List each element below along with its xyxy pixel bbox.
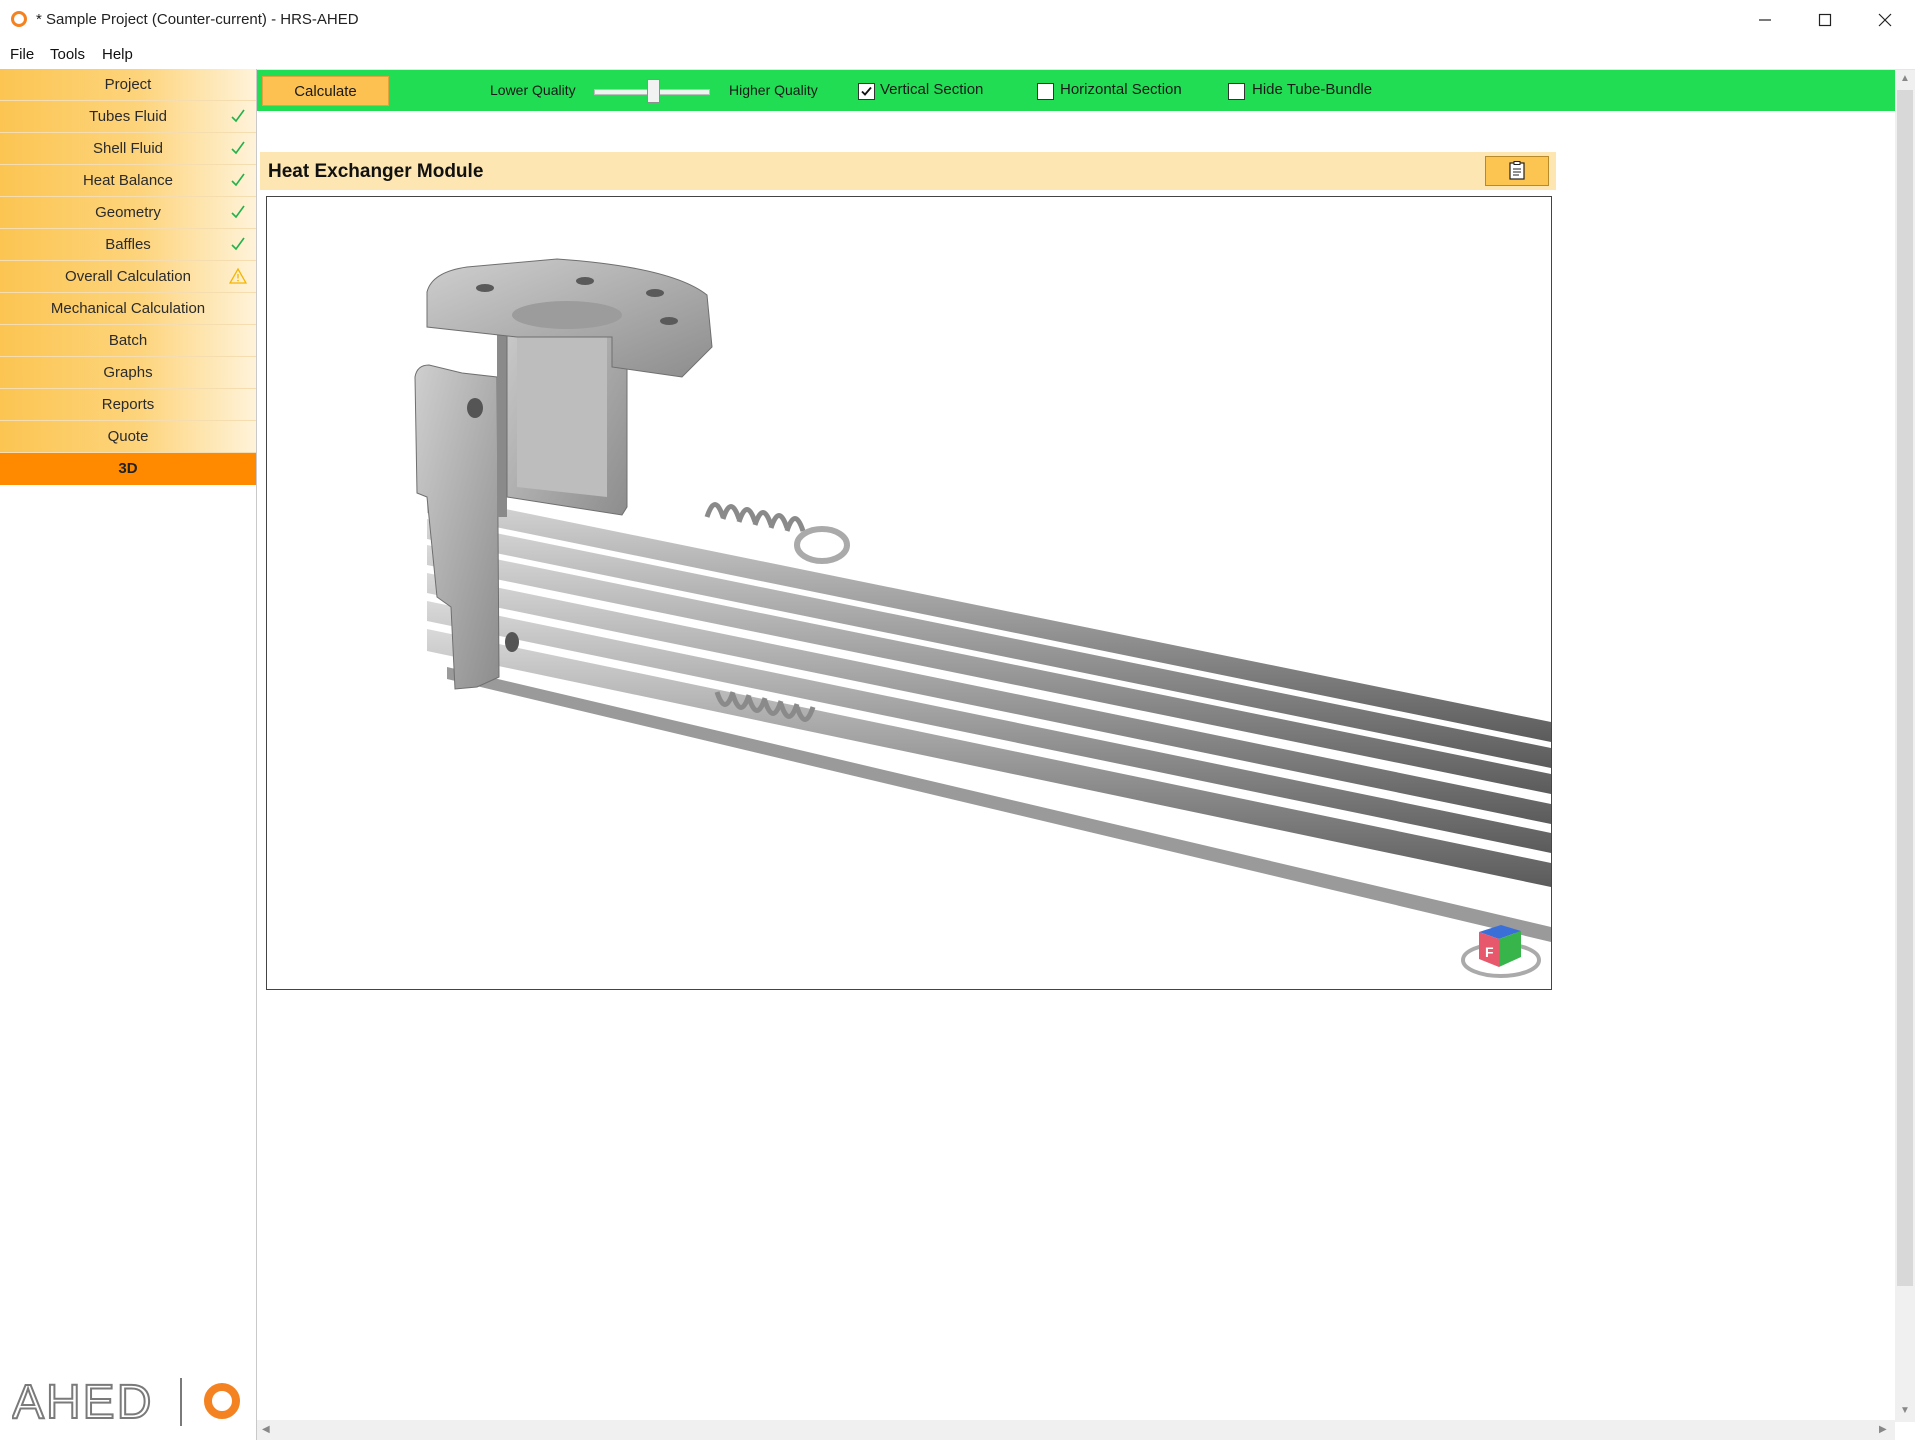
- 3d-viewport[interactable]: F: [266, 196, 1552, 990]
- sidebar-item-overall-calculation[interactable]: Overall Calculation: [0, 261, 256, 293]
- sidebar-item-tubes-fluid[interactable]: Tubes Fluid: [0, 101, 256, 133]
- sidebar-item-label: Quote: [107, 428, 149, 445]
- app-logo-icon: [11, 11, 27, 27]
- higher-quality-label: Higher Quality: [729, 82, 818, 98]
- menu-help[interactable]: Help: [102, 46, 133, 63]
- sidebar-item-label: 3D: [118, 460, 138, 477]
- sidebar-item-batch[interactable]: Batch: [0, 325, 256, 357]
- sidebar-item-project[interactable]: Project: [0, 69, 256, 101]
- check-icon: [231, 173, 245, 187]
- sidebar-item-label: Heat Balance: [82, 172, 174, 189]
- maximize-button[interactable]: [1795, 0, 1855, 40]
- copy-image-button[interactable]: [1485, 156, 1549, 186]
- sidebar-item-label: Baffles: [105, 236, 151, 253]
- sidebar-item-label: Shell Fluid: [92, 140, 164, 157]
- scroll-right-icon[interactable]: ▶: [1879, 1424, 1887, 1435]
- hide-tube-bundle-checkbox[interactable]: [1228, 83, 1245, 100]
- sidebar-item-quote[interactable]: Quote: [0, 421, 256, 453]
- panel-title: Heat Exchanger Module: [268, 161, 484, 182]
- warning-icon: [229, 267, 247, 284]
- baffle-coil-upper: [704, 502, 850, 564]
- sidebar-item-baffles[interactable]: Baffles: [0, 229, 256, 261]
- close-icon: [1878, 13, 1892, 27]
- vertical-scrollbar[interactable]: ▲ ▼: [1895, 70, 1915, 1422]
- check-icon: [231, 237, 245, 251]
- sidebar-item-3d[interactable]: 3D: [0, 453, 256, 485]
- lower-quality-label: Lower Quality: [490, 82, 576, 98]
- sidebar-item-label: Mechanical Calculation: [50, 300, 206, 317]
- sidebar-item-label: Batch: [108, 332, 148, 349]
- brand-text: AHED: [12, 1376, 153, 1429]
- maximize-icon: [1818, 13, 1832, 27]
- sidebar-item-label: Graphs: [103, 364, 153, 381]
- scroll-up-icon[interactable]: ▲: [1900, 73, 1910, 84]
- sidebar-item-graphs[interactable]: Graphs: [0, 357, 256, 389]
- sidebar-item-label: Tubes Fluid: [89, 108, 167, 125]
- ahed-brand-logo: AHED: [12, 1375, 240, 1430]
- vertical-section-checkbox[interactable]: [858, 83, 875, 100]
- sidebar-item-geometry[interactable]: Geometry: [0, 197, 256, 229]
- window-title: * Sample Project (Counter-current) - HRS…: [36, 11, 359, 28]
- quality-slider-thumb[interactable]: [647, 79, 660, 103]
- minimize-button[interactable]: [1735, 0, 1795, 40]
- sidebar-item-heat-balance[interactable]: Heat Balance: [0, 165, 256, 197]
- horizontal-section-checkbox[interactable]: [1037, 83, 1054, 100]
- menu-tools[interactable]: Tools: [50, 46, 85, 63]
- sidebar-item-label: Geometry: [95, 204, 161, 221]
- sidebar-item-label: Project: [104, 76, 152, 93]
- title-bar: * Sample Project (Counter-current) - HRS…: [0, 0, 1915, 40]
- toolbar: Calculate Lower Quality Higher Quality V…: [257, 70, 1895, 111]
- horizontal-scrollbar[interactable]: ◀ ▶: [257, 1420, 1895, 1440]
- scroll-down-icon[interactable]: ▼: [1900, 1405, 1910, 1416]
- panel-header: Heat Exchanger Module: [260, 152, 1556, 190]
- calculate-button[interactable]: Calculate: [262, 76, 389, 106]
- menu-file[interactable]: File: [10, 46, 34, 63]
- checkmark-icon: [861, 86, 872, 96]
- clipboard-icon: [1509, 161, 1525, 180]
- heat-exchanger-model: F: [414, 258, 1551, 978]
- sidebar-item-mechanical-calculation[interactable]: Mechanical Calculation: [0, 293, 256, 325]
- close-button[interactable]: [1855, 0, 1915, 40]
- hide-tube-bundle-label[interactable]: Hide Tube-Bundle: [1252, 81, 1372, 98]
- view-cube-face-label: F: [1485, 944, 1494, 960]
- check-icon: [231, 109, 245, 123]
- vertical-scrollbar-thumb[interactable]: [1897, 90, 1913, 1286]
- tube-bundle: [427, 493, 1551, 942]
- minimize-icon: [1759, 19, 1771, 21]
- vertical-section-label[interactable]: Vertical Section: [880, 81, 983, 98]
- sidebar: Project Tubes Fluid Shell Fluid Heat Bal…: [0, 69, 257, 1440]
- sidebar-item-reports[interactable]: Reports: [0, 389, 256, 421]
- menu-bar: File Tools Help: [0, 40, 1915, 70]
- check-icon: [231, 141, 245, 155]
- horizontal-section-label[interactable]: Horizontal Section: [1060, 81, 1182, 98]
- sidebar-item-label: Overall Calculation: [65, 268, 191, 285]
- sidebar-item-label: Reports: [101, 396, 155, 413]
- sidebar-item-shell-fluid[interactable]: Shell Fluid: [0, 133, 256, 165]
- check-icon: [231, 205, 245, 219]
- scroll-left-icon[interactable]: ◀: [262, 1424, 270, 1435]
